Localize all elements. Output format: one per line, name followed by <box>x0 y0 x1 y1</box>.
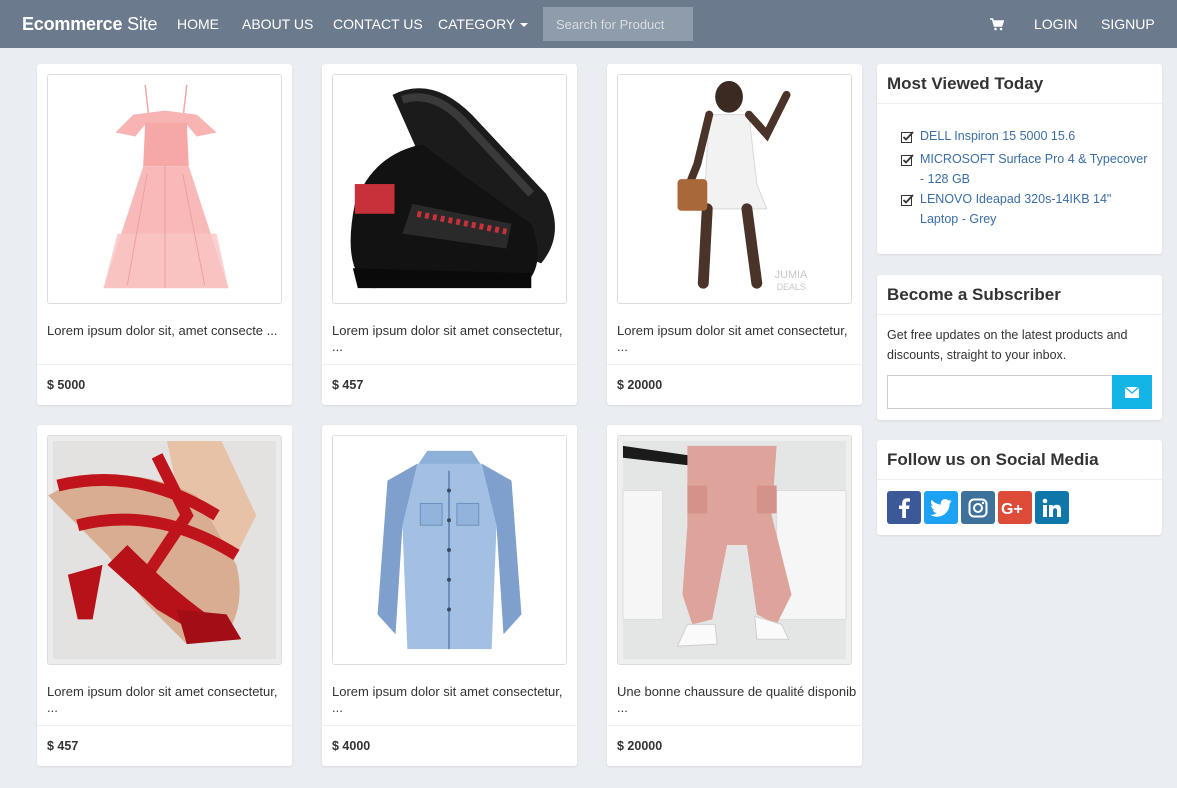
product-title[interactable]: Lorem ipsum dolor sit, amet consecte ... <box>47 323 287 339</box>
nav-home-link[interactable]: HOME <box>177 16 219 32</box>
shopping-cart-icon <box>990 17 1004 30</box>
checkbox-icon <box>901 189 920 229</box>
product-price: $ 20000 <box>617 378 663 392</box>
denim-shirt-image <box>333 436 566 664</box>
brand-name-light: Site <box>122 13 158 34</box>
card-divider <box>37 364 292 365</box>
svg-text:JUMIA: JUMIA <box>775 269 808 281</box>
product-title[interactable]: Une bonne chaussure de qualité disponib … <box>617 684 857 716</box>
product-image-denim-shirt[interactable] <box>332 435 567 665</box>
twitter-button[interactable] <box>924 491 958 524</box>
most-viewed-item-line: DELL Inspiron 15 5000 15.6 <box>920 129 1076 143</box>
caret-down-icon <box>520 23 529 28</box>
subscribe-description: Get free updates on the latest products … <box>877 315 1162 365</box>
social-buttons: G+ <box>887 491 1069 524</box>
most-viewed-item-line: Laptop - Grey <box>920 212 997 226</box>
facebook-button[interactable] <box>887 491 921 524</box>
product-price: $ 4000 <box>332 739 371 753</box>
social-title: Follow us on Social Media <box>877 440 1162 480</box>
product-price: $ 5000 <box>47 378 86 392</box>
product-price: $ 457 <box>332 378 364 392</box>
product-price: $ 457 <box>47 739 79 753</box>
product-price: $ 20000 <box>617 739 663 753</box>
product-card[interactable]: JUMIA DEALS Lorem ipsum dolor sit amet c… <box>607 64 862 405</box>
linkedin-icon <box>1042 498 1061 517</box>
product-title[interactable]: Lorem ipsum dolor sit amet consectetur, … <box>332 323 572 355</box>
subscribe-button[interactable] <box>1112 375 1152 409</box>
product-card[interactable]: Lorem ipsum dolor sit, amet consecte ...… <box>37 64 292 405</box>
search-input[interactable] <box>543 7 693 41</box>
most-viewed-item-line: - 128 GB <box>920 172 971 186</box>
checkbox-icon <box>901 149 920 189</box>
product-card[interactable]: Lorem ipsum dolor sit amet consectetur, … <box>322 425 577 766</box>
svg-text:DEALS: DEALS <box>777 282 806 292</box>
instagram-button[interactable] <box>961 491 995 524</box>
subscribe-text-line: discounts, straight to your inbox. <box>887 348 1067 362</box>
most-viewed-item-line: MICROSOFT Surface Pro 4 & Typecover <box>920 152 1148 166</box>
nav-category-dropdown[interactable]: CATEGORY <box>438 16 529 32</box>
subscribe-form <box>887 375 1152 409</box>
nav-contact-link[interactable]: CONTACT US <box>333 16 423 32</box>
brand-name-bold: Ecommerce <box>22 13 123 34</box>
nav-category-label: CATEGORY <box>438 16 516 32</box>
linkedin-button[interactable] <box>1035 491 1069 524</box>
checkbox-icon <box>901 126 920 149</box>
red-heels-image <box>48 436 281 664</box>
product-image-pink-cargo-pants[interactable] <box>617 435 852 665</box>
most-viewed-item[interactable]: LENOVO Ideapad 320s-14IKB 14" Laptop - Gr… <box>901 189 1152 229</box>
product-title[interactable]: Lorem ipsum dolor sit amet consectetur, … <box>617 323 857 355</box>
nav-about-link[interactable]: ABOUT US <box>242 16 313 32</box>
product-title[interactable]: Lorem ipsum dolor sit amet consectetur, … <box>332 684 572 716</box>
instagram-icon <box>968 498 988 517</box>
svg-text:G+: G+ <box>1001 501 1023 517</box>
pink-dress-image <box>48 75 281 303</box>
subscribe-text-line: Get free updates on the latest products … <box>887 328 1128 342</box>
product-image-white-romper[interactable]: JUMIA DEALS <box>617 74 852 304</box>
most-viewed-list: DELL Inspiron 15 5000 15.6 MICROSOFT Sur… <box>877 104 1162 229</box>
product-image-black-sneaker[interactable] <box>332 74 567 304</box>
google-plus-button[interactable]: G+ <box>998 491 1032 524</box>
google-plus-icon: G+ <box>1001 501 1023 517</box>
most-viewed-item[interactable]: DELL Inspiron 15 5000 15.6 <box>901 126 1152 149</box>
facebook-icon <box>899 497 910 518</box>
most-viewed-item[interactable]: MICROSOFT Surface Pro 4 & Typecover - 128… <box>901 149 1152 189</box>
card-divider <box>322 364 577 365</box>
product-card[interactable]: Lorem ipsum dolor sit amet consectetur, … <box>322 64 577 405</box>
card-divider <box>607 725 862 726</box>
subscribe-panel: Become a Subscriber Get free updates on … <box>877 275 1162 420</box>
subscribe-title: Become a Subscriber <box>877 275 1162 315</box>
pink-cargo-pants-image <box>618 436 851 664</box>
product-title[interactable]: Lorem ipsum dolor sit amet consectetur, … <box>47 684 287 716</box>
subscribe-email-input[interactable] <box>887 375 1112 409</box>
social-panel: Follow us on Social Media G+ <box>877 440 1162 535</box>
product-image-pink-dress[interactable] <box>47 74 282 304</box>
cart-button[interactable] <box>990 0 1004 48</box>
login-link[interactable]: LOGIN <box>1034 0 1078 48</box>
product-card[interactable]: Lorem ipsum dolor sit amet consectetur, … <box>37 425 292 766</box>
most-viewed-panel: Most Viewed Today DELL Inspiron 15 5000 … <box>877 64 1162 254</box>
black-sneaker-image <box>333 75 566 303</box>
top-navbar: Ecommerce Site HOME ABOUT US CONTACT US … <box>0 0 1177 48</box>
product-card[interactable]: Une bonne chaussure de qualité disponib … <box>607 425 862 766</box>
card-divider <box>37 725 292 726</box>
most-viewed-item-line: LENOVO Ideapad 320s-14IKB 14" <box>920 192 1112 206</box>
card-divider <box>322 725 577 726</box>
twitter-icon <box>930 498 952 517</box>
signup-link[interactable]: SIGNUP <box>1101 0 1155 48</box>
brand-logo[interactable]: Ecommerce Site <box>22 13 157 35</box>
card-divider <box>607 364 862 365</box>
product-image-red-heels[interactable] <box>47 435 282 665</box>
most-viewed-title: Most Viewed Today <box>877 64 1162 104</box>
envelope-icon <box>1125 386 1139 398</box>
white-romper-image: JUMIA DEALS <box>618 75 851 303</box>
